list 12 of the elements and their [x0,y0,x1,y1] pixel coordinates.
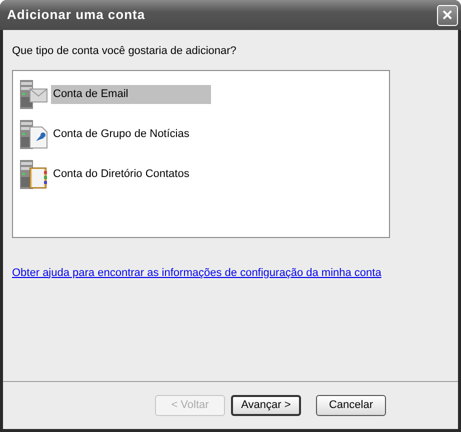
server-book-icon [18,159,48,190]
account-type-item[interactable]: Conta do Diretório Contatos [51,165,192,184]
server-document-icon [18,119,48,150]
server-envelope-icon [18,79,48,110]
close-button[interactable]: ✕ [437,4,458,26]
account-type-item[interactable]: Conta de Grupo de Notícias [51,125,192,144]
dialog-button[interactable]: Cancelar [316,395,386,416]
window-title: Adicionar uma conta [7,6,146,24]
account-type-item[interactable]: Conta de Email [51,85,211,104]
dialog-button[interactable]: Avançar > [231,395,301,416]
prompt-text: Que tipo de conta você gostaria de adicionar? [11,44,238,59]
help-link[interactable]: Obter ajuda para encontrar as informações de configuração da minha conta [12,264,382,281]
